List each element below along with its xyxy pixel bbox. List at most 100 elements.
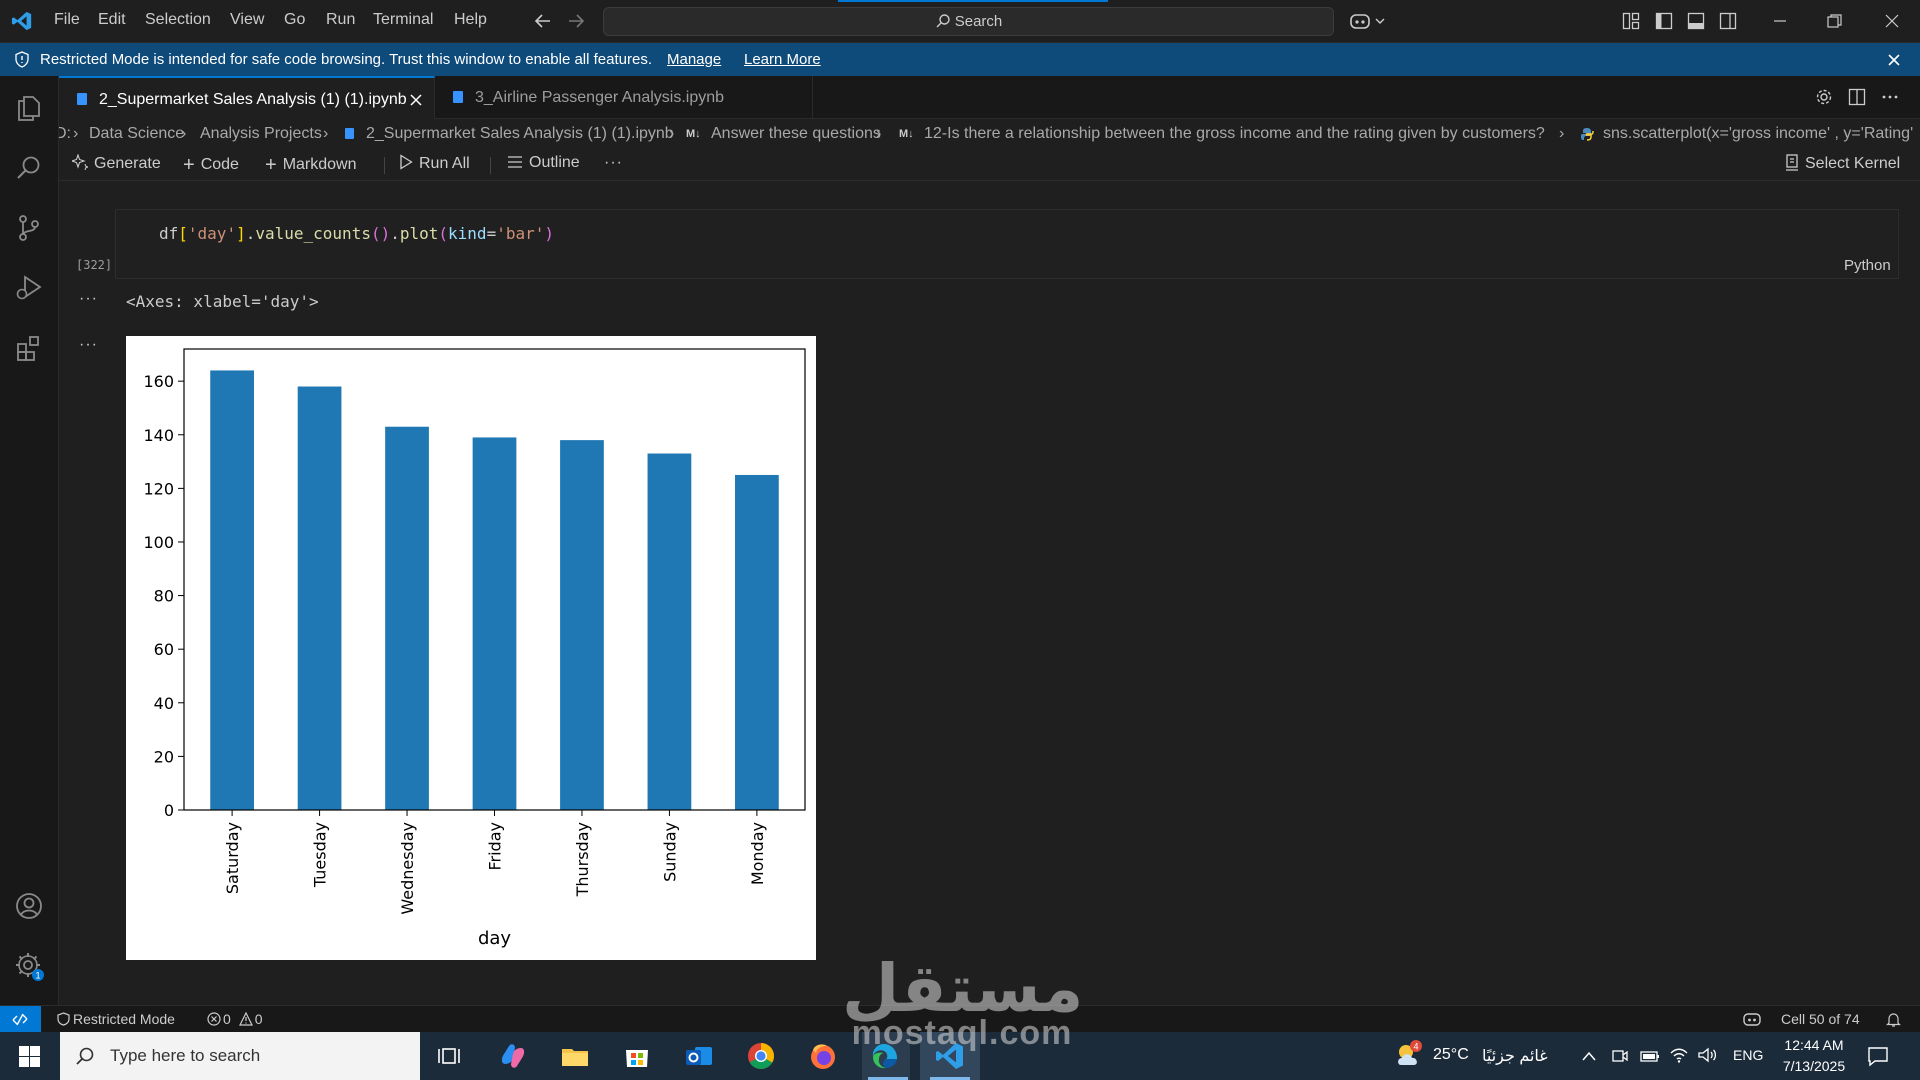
- restore-icon[interactable]: [1825, 12, 1843, 30]
- toggle-panel-icon[interactable]: [1687, 12, 1705, 30]
- accounts-icon[interactable]: [13, 890, 45, 922]
- menu-help[interactable]: Help: [454, 11, 487, 29]
- clock-date[interactable]: 7/13/2025: [1777, 1058, 1851, 1074]
- outline-label: Outline: [529, 154, 580, 171]
- notebook-file-icon: [453, 91, 463, 103]
- code-cell-editor[interactable]: df['day'].value_counts().plot(kind='bar'…: [115, 209, 1899, 279]
- manage-gear-icon[interactable]: 1: [13, 950, 45, 982]
- restricted-mode-banner: Restricted Mode is intended for safe cod…: [0, 43, 1920, 76]
- cell-language-label[interactable]: Python: [1844, 257, 1891, 274]
- input-language[interactable]: ENG: [1733, 1047, 1763, 1063]
- banner-close-icon[interactable]: [1886, 52, 1902, 68]
- breadcrumb-data-science[interactable]: Data Science: [89, 125, 184, 143]
- output-ellipsis-button[interactable]: ···: [79, 290, 98, 308]
- taskbar-search-box[interactable]: Type here to search: [60, 1032, 420, 1080]
- bar-thursday: [560, 440, 604, 810]
- menu-file[interactable]: File: [54, 11, 80, 29]
- select-kernel-button[interactable]: Select Kernel: [1785, 154, 1900, 173]
- breadcrumb-section[interactable]: Answer these questions: [711, 125, 881, 143]
- run-debug-icon[interactable]: [13, 272, 45, 304]
- plus-icon: +: [183, 154, 195, 176]
- chart-output: 0 20 40 60 80 100 120 140 160 Saturday Tuesday Wed…: [126, 336, 816, 960]
- code-token: [: [178, 224, 188, 243]
- banner-learn-more-link[interactable]: Learn More: [744, 51, 821, 68]
- start-button[interactable]: [0, 1032, 60, 1080]
- code-token: .: [245, 224, 256, 243]
- chrome-icon[interactable]: [745, 1040, 777, 1072]
- cell-position-status[interactable]: Cell 50 of 74: [1781, 1011, 1860, 1027]
- windows-logo-icon: [19, 1046, 40, 1067]
- search-view-icon[interactable]: [13, 152, 45, 184]
- menu-go[interactable]: Go: [284, 11, 305, 29]
- menu-edit[interactable]: Edit: [98, 11, 126, 29]
- tab-airline-notebook[interactable]: 3_Airline Passenger Analysis.ipynb: [435, 76, 813, 119]
- menu-run[interactable]: Run: [326, 11, 355, 29]
- firefox-icon[interactable]: [807, 1040, 839, 1072]
- notification-center-icon[interactable]: [1867, 1045, 1889, 1067]
- customize-layout-icon[interactable]: [1622, 12, 1640, 30]
- menu-view[interactable]: View: [230, 11, 264, 29]
- notifications-bell-icon[interactable]: [1886, 1012, 1901, 1028]
- extensions-icon[interactable]: [13, 332, 45, 364]
- tab-close-icon[interactable]: [409, 93, 423, 107]
- explorer-icon[interactable]: [13, 92, 45, 124]
- run-all-button[interactable]: Run All: [399, 154, 470, 173]
- menu-selection[interactable]: Selection: [145, 11, 211, 29]
- source-control-icon[interactable]: [13, 212, 45, 244]
- menu-terminal[interactable]: Terminal: [373, 11, 433, 29]
- x-tick-label: Saturday: [223, 822, 242, 894]
- forward-arrow-icon[interactable]: [566, 12, 586, 30]
- remote-indicator-button[interactable]: [0, 1006, 41, 1033]
- tab-supermarket-notebook[interactable]: 2_Supermarket Sales Analysis (1) (1).ipy…: [59, 76, 435, 119]
- weather-description[interactable]: غائم جزئيًا: [1482, 1046, 1548, 1066]
- add-markdown-cell-button[interactable]: + Markdown: [265, 154, 357, 177]
- task-view-icon[interactable]: [435, 1040, 467, 1072]
- add-code-cell-button[interactable]: + Code: [183, 154, 239, 177]
- breadcrumb-cell-symbol[interactable]: sns.scatterplot(x='gross income' , y='Ra…: [1603, 125, 1913, 143]
- more-actions-icon[interactable]: [1881, 88, 1899, 106]
- outlook-icon[interactable]: [683, 1040, 715, 1072]
- weather-temp[interactable]: 25°C: [1433, 1046, 1469, 1064]
- code-token: ]: [236, 224, 246, 243]
- notebook-settings-icon[interactable]: [1815, 88, 1833, 106]
- copilot-status-icon[interactable]: [1742, 1011, 1762, 1028]
- output-ellipsis-button[interactable]: ···: [79, 336, 98, 354]
- volume-icon[interactable]: [1697, 1046, 1717, 1064]
- wifi-icon[interactable]: [1669, 1046, 1689, 1064]
- taskbar-search-placeholder: Type here to search: [110, 1046, 261, 1065]
- breadcrumb-analysis-projects[interactable]: Analysis Projects: [200, 125, 322, 143]
- minimize-icon[interactable]: [1771, 12, 1789, 30]
- bar-monday: [735, 474, 779, 810]
- toggle-primary-sidebar-icon[interactable]: [1655, 12, 1673, 30]
- banner-manage-link[interactable]: Manage: [667, 51, 721, 68]
- banner-message: Restricted Mode is intended for safe cod…: [40, 51, 652, 68]
- weather-partly-cloudy-icon[interactable]: 4: [1393, 1039, 1427, 1071]
- chevron-up-icon[interactable]: [1581, 1050, 1597, 1062]
- toolbar-more-button[interactable]: ···: [604, 154, 623, 172]
- vscode-logo-icon[interactable]: [11, 10, 33, 32]
- split-editor-icon[interactable]: [1848, 88, 1866, 106]
- copilot-app-icon[interactable]: [497, 1040, 529, 1072]
- problems-status[interactable]: 0 0: [207, 1011, 262, 1027]
- battery-icon[interactable]: [1640, 1048, 1660, 1064]
- toggle-secondary-sidebar-icon[interactable]: [1719, 12, 1737, 30]
- y-tick-label: 20: [154, 747, 174, 766]
- clock-time[interactable]: 12:44 AM: [1781, 1037, 1847, 1053]
- breadcrumb-question[interactable]: 12-Is there a relationship between the g…: [924, 125, 1545, 143]
- outline-button[interactable]: Outline: [507, 154, 580, 172]
- close-window-icon[interactable]: [1883, 12, 1901, 30]
- camera-privacy-icon[interactable]: [1611, 1047, 1629, 1065]
- copilot-icon[interactable]: [1349, 11, 1387, 31]
- generate-button[interactable]: Generate: [70, 153, 161, 173]
- back-arrow-icon[interactable]: [533, 12, 553, 30]
- file-explorer-icon[interactable]: [559, 1040, 591, 1072]
- breadcrumb-notebook[interactable]: 2_Supermarket Sales Analysis (1) (1).ipy…: [366, 125, 674, 143]
- svg-text:1: 1: [35, 971, 40, 981]
- command-center-search[interactable]: Search: [603, 7, 1334, 36]
- microsoft-store-icon[interactable]: [621, 1040, 653, 1072]
- search-label: Search: [954, 13, 1003, 30]
- code-token: =: [486, 224, 497, 243]
- breadcrumb-root[interactable]: D:: [59, 125, 71, 143]
- restricted-mode-status[interactable]: Restricted Mode: [57, 1011, 175, 1027]
- notebook-file-icon: [345, 128, 354, 139]
